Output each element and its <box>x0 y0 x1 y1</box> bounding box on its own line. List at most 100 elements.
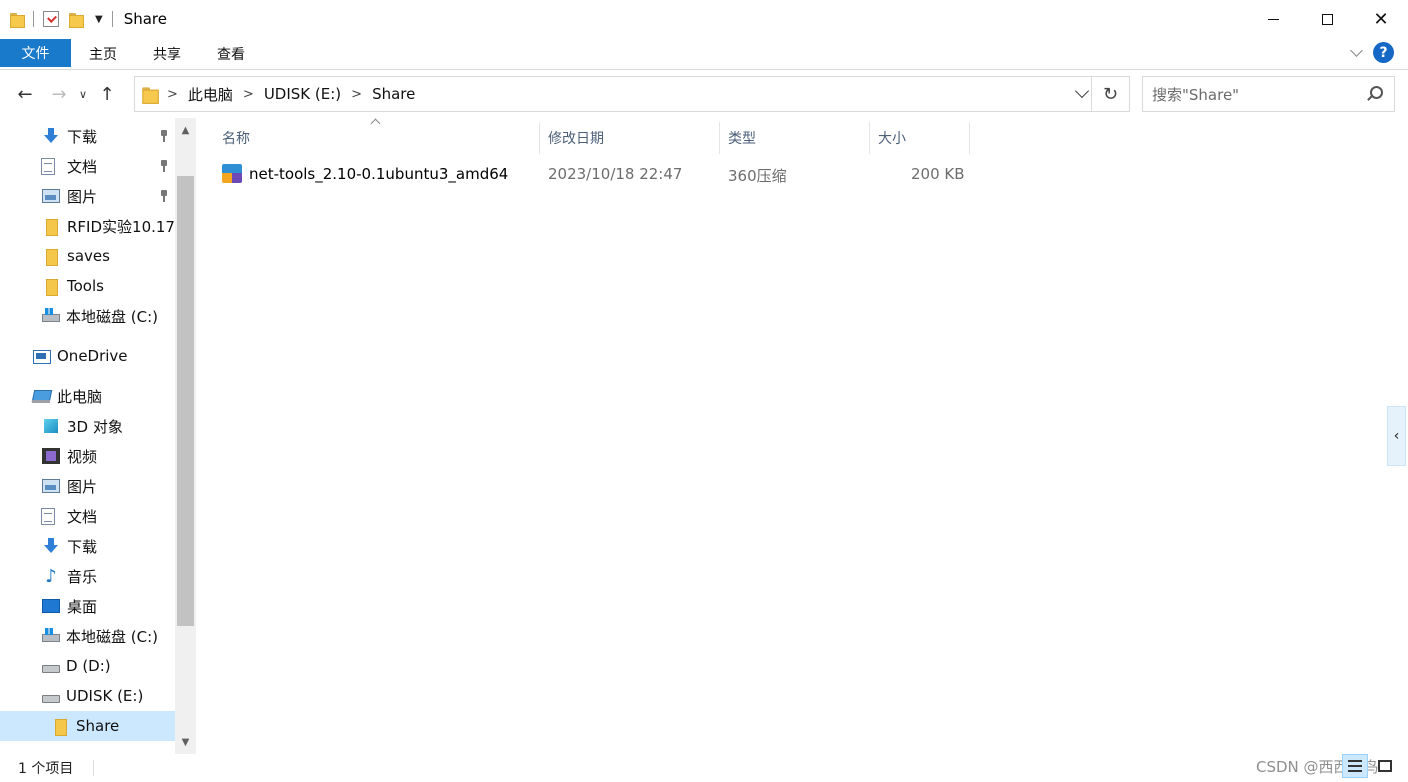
sidebar-item-tools[interactable]: Tools <box>0 271 175 301</box>
sidebar-item-drive-d[interactable]: D (D:) <box>0 651 175 681</box>
folder-icon <box>42 277 60 296</box>
column-header-size[interactable]: 大小 <box>872 122 970 154</box>
tab-view[interactable]: 查看 <box>199 39 263 69</box>
picture-icon <box>42 479 60 493</box>
breadcrumb-share[interactable]: Share <box>372 85 415 103</box>
chevron-down-icon: ∨ <box>78 87 88 101</box>
file-name: net-tools_2.10-0.1ubuntu3_amd64 <box>249 165 509 183</box>
new-folder-icon[interactable] <box>69 12 84 28</box>
sidebar-item-onedrive[interactable]: OneDrive <box>0 341 175 371</box>
sidebar-item-label: 此电脑 <box>57 387 103 406</box>
file-modified: 2023/10/18 22:47 <box>548 165 683 183</box>
folder-icon <box>42 247 60 266</box>
help-icon[interactable]: ? <box>1373 42 1394 63</box>
column-header-modified[interactable]: 修改日期 <box>542 122 720 154</box>
forward-arrow-icon: → <box>51 83 67 105</box>
address-dropdown-icon[interactable] <box>1074 83 1090 99</box>
sidebar-item-rfid[interactable]: RFID实验10.17 <box>0 211 175 241</box>
close-button[interactable]: ✕ <box>1354 0 1408 38</box>
sidebar-item-quick-documents[interactable]: 文档 <box>0 151 175 181</box>
expand-ribbon-chevron-icon[interactable] <box>1350 44 1363 57</box>
details-view-button[interactable] <box>1342 754 1368 778</box>
file-list: 名称 修改日期 类型 大小 net-tools_2.10-0.1ubuntu3_… <box>196 118 1386 754</box>
up-arrow-icon: ↑ <box>99 83 115 105</box>
file-size: 200 KB <box>911 165 965 183</box>
sidebar-item-label: 图片 <box>67 477 98 496</box>
sidebar-item-music[interactable]: ♪ 音乐 <box>0 561 175 591</box>
music-icon: ♪ <box>45 565 57 587</box>
sidebar-item-label: Tools <box>67 277 104 295</box>
column-header-name[interactable]: 名称 <box>216 122 540 154</box>
recent-locations-button[interactable]: ∨ <box>74 79 92 109</box>
breadcrumb-chevron-icon[interactable]: > <box>167 87 178 102</box>
sidebar-item-documents[interactable]: 文档 <box>0 501 175 531</box>
tab-home[interactable]: 主页 <box>71 39 135 69</box>
sidebar-item-downloads[interactable]: 下载 <box>0 531 175 561</box>
sidebar-item-this-pc[interactable]: 此电脑 <box>0 381 175 411</box>
sidebar-item-quick-downloads[interactable]: 下载 <box>0 121 175 151</box>
sidebar-item-label: 桌面 <box>67 597 98 616</box>
breadcrumb-chevron-icon[interactable]: > <box>243 87 254 102</box>
download-icon <box>42 127 60 145</box>
large-icons-view-button[interactable] <box>1372 754 1398 778</box>
minimize-icon <box>1267 18 1279 20</box>
sidebar-item-local-disk-c[interactable]: 本地磁盘 (C:) <box>0 621 175 651</box>
refresh-button[interactable]: ↻ <box>1091 77 1129 111</box>
preview-pane-toggle[interactable]: ‹ <box>1387 406 1406 466</box>
table-row[interactable]: net-tools_2.10-0.1ubuntu3_amd64 2023/10/… <box>216 160 968 190</box>
forward-button[interactable]: → <box>44 79 74 109</box>
toolbar-divider <box>111 11 113 27</box>
sidebar-item-desktop[interactable]: 桌面 <box>0 591 175 621</box>
sidebar-item-pictures[interactable]: 图片 <box>0 471 175 501</box>
sidebar-item-quick-local-disk-c[interactable]: 本地磁盘 (C:) <box>0 301 175 331</box>
column-header-type[interactable]: 类型 <box>722 122 870 154</box>
scrollbar-thumb[interactable] <box>177 176 194 626</box>
sidebar-item-udisk-e[interactable]: UDISK (E:) <box>0 681 175 711</box>
pin-icon <box>159 190 169 202</box>
status-divider <box>93 760 95 776</box>
scroll-down-button[interactable]: ▼ <box>175 732 196 752</box>
sidebar-item-label: RFID实验10.17 <box>67 217 175 236</box>
sidebar-item-label: 下载 <box>67 537 98 556</box>
close-icon: ✕ <box>1373 8 1389 30</box>
properties-icon[interactable] <box>43 11 59 27</box>
chevron-left-icon: ‹ <box>1393 428 1400 444</box>
document-icon <box>40 157 55 175</box>
sidebar-item-label: 本地磁盘 (C:) <box>66 627 158 646</box>
location-folder-icon <box>142 86 159 104</box>
tab-file[interactable]: 文件 <box>0 39 71 67</box>
sidebar-item-videos[interactable]: 视频 <box>0 441 175 471</box>
toolbar-divider <box>33 11 34 27</box>
status-bar: 1 个项目 CSDN @西西菜鸟 <box>0 754 1408 782</box>
maximize-icon <box>1321 13 1333 25</box>
breadcrumb-chevron-icon[interactable]: > <box>351 87 362 102</box>
window-controls: ✕ <box>1246 0 1408 38</box>
sidebar-item-3d-objects[interactable]: 3D 对象 <box>0 411 175 441</box>
customize-toolbar-dropdown-icon[interactable]: ▼ <box>95 14 103 25</box>
file-explorer-window: ▼ Share ✕ 文件 主页 共享 查看 ? ← → ∨ ↑ > 此电脑 > <box>0 0 1408 782</box>
drive-icon <box>41 657 60 675</box>
sidebar-item-label: UDISK (E:) <box>66 687 144 705</box>
document-icon <box>40 507 55 525</box>
up-button[interactable]: ↑ <box>92 79 122 109</box>
breadcrumb-this-pc[interactable]: 此电脑 <box>188 84 233 105</box>
search-placeholder: 搜索"Share" <box>1152 85 1240 104</box>
sidebar-item-quick-pictures[interactable]: 图片 <box>0 181 175 211</box>
scroll-up-button[interactable]: ▲ <box>175 120 196 140</box>
sidebar-item-saves[interactable]: saves <box>0 241 175 271</box>
maximize-button[interactable] <box>1300 0 1354 38</box>
address-bar[interactable]: > 此电脑 > UDISK (E:) > Share ↻ <box>134 76 1130 112</box>
tab-share[interactable]: 共享 <box>135 39 199 69</box>
large-icons-view-icon <box>1378 760 1392 772</box>
search-input[interactable]: 搜索"Share" <box>1142 76 1395 112</box>
onedrive-icon <box>32 347 51 365</box>
back-button[interactable]: ← <box>10 79 40 109</box>
minimize-button[interactable] <box>1246 0 1300 38</box>
sidebar-item-share[interactable]: Share <box>0 711 175 741</box>
sidebar-item-label: 视频 <box>67 447 98 466</box>
search-icon[interactable] <box>1370 86 1383 99</box>
breadcrumb-udisk[interactable]: UDISK (E:) <box>264 85 341 103</box>
navigation-bar: ← → ∨ ↑ > 此电脑 > UDISK (E:) > Share ↻ 搜索"… <box>0 70 1408 118</box>
sidebar-item-label: 文档 <box>67 507 98 526</box>
sidebar-scrollbar[interactable]: ▲ ▼ <box>175 118 196 754</box>
